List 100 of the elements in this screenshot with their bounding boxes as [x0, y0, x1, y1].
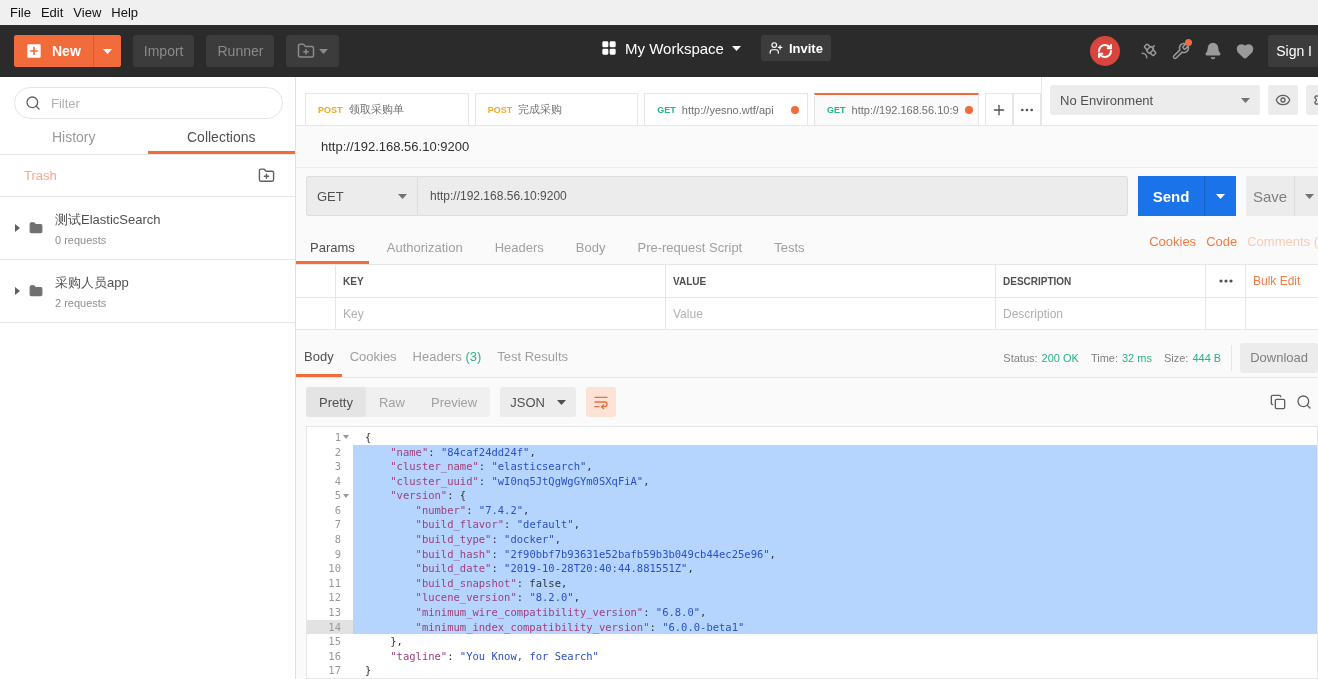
line-number: 16: [327, 648, 342, 664]
menu-item[interactable]: Help: [111, 5, 139, 20]
folder-icon: [29, 284, 43, 298]
code-line: }: [364, 663, 373, 678]
more-icon: [1218, 279, 1233, 284]
view-mode-button[interactable]: Preview: [418, 387, 491, 418]
code-line: },: [389, 634, 404, 649]
new-collection-icon[interactable]: [258, 167, 275, 184]
send-menu-button[interactable]: [1204, 176, 1236, 217]
request-tab[interactable]: GET http://192.168.56.10:9: [814, 93, 979, 126]
request-count: 0 requests: [55, 233, 108, 246]
menu-item[interactable]: Edit: [40, 5, 64, 20]
workspace-button[interactable]: My Workspace: [595, 38, 747, 58]
method-label: GET: [827, 105, 846, 116]
sidebar-tab[interactable]: History: [0, 122, 148, 154]
column-header: DESCRIPTION: [996, 265, 1206, 298]
bell-icon[interactable]: [1204, 42, 1223, 60]
new-menu-button[interactable]: [92, 35, 121, 67]
request-link[interactable]: Code: [1206, 234, 1238, 250]
url-field[interactable]: http://192.168.56.10:9200: [418, 176, 1128, 217]
format-select[interactable]: JSON: [500, 387, 576, 418]
add-tab-button[interactable]: [985, 93, 1013, 126]
environment-select[interactable]: No Environment: [1050, 85, 1260, 115]
stat-value: 200 OK: [1041, 351, 1079, 364]
column-header: VALUE: [666, 265, 996, 298]
request-tab[interactable]: POST 领取采购单: [305, 93, 469, 126]
filter-input[interactable]: Filter: [49, 94, 272, 112]
sync-button[interactable]: [1090, 36, 1121, 66]
folder-icon: [29, 221, 43, 235]
line-number: 8: [333, 532, 342, 547]
fold-icon[interactable]: [343, 435, 349, 440]
request-link[interactable]: Cookies: [1149, 234, 1197, 250]
expand-icon[interactable]: [14, 224, 21, 232]
search-icon[interactable]: [1296, 394, 1312, 411]
request-section-tab[interactable]: Tests: [760, 234, 819, 265]
line-number: 13: [327, 605, 342, 620]
response-tab[interactable]: Headers (3): [404, 338, 490, 378]
runner-button[interactable]: Runner: [206, 35, 275, 67]
import-button[interactable]: Import: [132, 35, 195, 67]
caret-icon: [731, 45, 741, 51]
line-number: 10: [327, 561, 342, 576]
line-number: 14: [307, 619, 353, 635]
response-tab[interactable]: Cookies: [341, 338, 405, 378]
line-number: 7: [333, 517, 342, 533]
expand-icon[interactable]: [14, 287, 21, 295]
line-number: 3: [333, 459, 342, 474]
line-number: 15: [327, 634, 342, 649]
tab-title: 领取采购单: [348, 102, 405, 118]
fold-icon[interactable]: [343, 493, 349, 498]
bulk-edit-link[interactable]: Bulk Edit: [1246, 265, 1318, 298]
request-section-tab[interactable]: Authorization: [372, 234, 477, 265]
line-number: 1: [307, 429, 353, 445]
column-header: KEY: [336, 265, 666, 298]
grid-icon: [601, 40, 617, 56]
method-label: GET: [657, 105, 676, 115]
view-mode-button[interactable]: Raw: [365, 387, 418, 418]
download-button[interactable]: Download: [1240, 342, 1318, 373]
line-number: 9: [333, 546, 342, 562]
line-number: 2: [333, 444, 342, 460]
line-number: 12: [327, 590, 342, 606]
wrench-icon[interactable]: [1172, 42, 1191, 60]
plus-icon: [24, 41, 44, 61]
request-section-tab[interactable]: Headers: [480, 234, 558, 265]
heart-icon[interactable]: [1236, 42, 1255, 60]
caret-icon: [319, 48, 329, 54]
collection-name[interactable]: 测试ElasticSearch: [55, 210, 161, 229]
line-number: 17: [327, 663, 342, 678]
method-select[interactable]: GET: [306, 176, 418, 217]
new-window-button[interactable]: [286, 35, 340, 67]
collection-name[interactable]: 采购人员app: [55, 273, 129, 292]
stat-label: Size:: [1163, 351, 1189, 364]
eye-icon: [1275, 92, 1291, 108]
response-tab[interactable]: Test Results: [489, 338, 577, 378]
tab-title: 完成采购: [518, 102, 564, 118]
satellite-icon[interactable]: [1140, 42, 1159, 60]
copy-icon[interactable]: [1270, 394, 1286, 411]
view-mode-button[interactable]: Pretty: [306, 387, 366, 418]
stat-value: 444 B: [1192, 351, 1222, 364]
request-section-tab[interactable]: Body: [561, 234, 620, 265]
wrap-icon: [592, 394, 609, 411]
line-number: 11: [327, 575, 342, 591]
wrap-button[interactable]: [585, 387, 616, 418]
sync-icon: [1097, 43, 1114, 59]
line-number: 6: [333, 502, 342, 518]
sign-in-button[interactable]: Sign I: [1268, 35, 1318, 67]
eye-button[interactable]: [1268, 85, 1298, 115]
line-number: 5: [307, 488, 353, 503]
caret-icon: [102, 48, 112, 54]
request-count: 2 requests: [55, 296, 108, 309]
menu-item[interactable]: View: [73, 5, 102, 20]
request-section-tab[interactable]: Pre-request Script: [623, 234, 757, 265]
code-line: {: [364, 429, 373, 445]
response-tab[interactable]: Body: [296, 338, 342, 378]
request-tab[interactable]: POST 完成采购: [474, 93, 639, 126]
menu-item[interactable]: File: [10, 5, 31, 20]
request-tab[interactable]: GET http://yesno.wtf/api: [644, 93, 808, 126]
caret-icon: [1216, 193, 1225, 199]
window-plus-icon: [297, 42, 316, 60]
code-line: "tagline": "You Know, for Search": [389, 648, 600, 664]
invite-button[interactable]: Invite: [760, 35, 831, 61]
